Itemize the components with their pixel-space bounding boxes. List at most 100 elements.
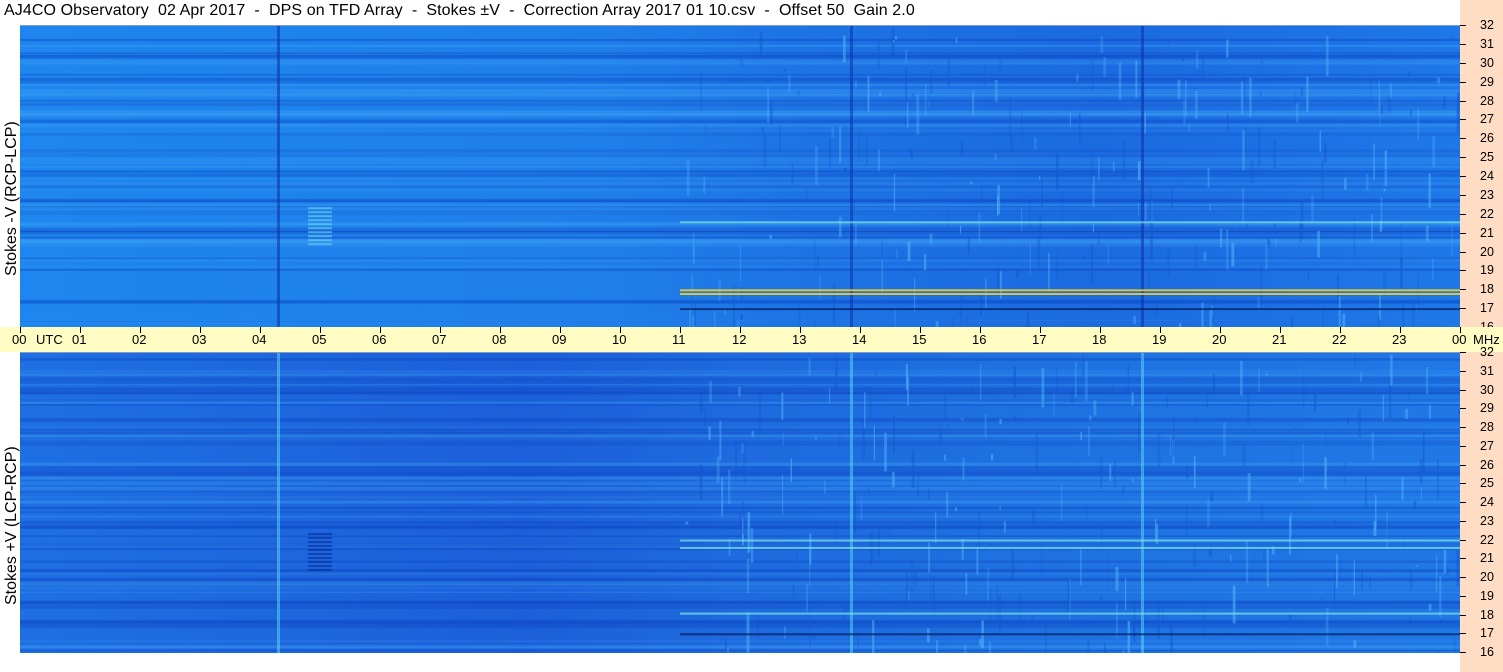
noise-streak <box>705 125 707 134</box>
time-tick-label: 15 <box>912 332 927 347</box>
noise-streak <box>970 181 973 185</box>
noise-streak <box>1333 519 1337 525</box>
vertical-event-line <box>1141 26 1144 328</box>
noise-streak <box>884 432 887 472</box>
noise-streak <box>1267 240 1270 245</box>
band-stripe <box>20 401 1460 405</box>
noise-streak <box>839 434 841 448</box>
noise-streak <box>1203 252 1207 261</box>
noise-streak <box>1454 636 1456 653</box>
noise-streak <box>939 425 942 447</box>
noise-streak <box>960 418 964 421</box>
noise-streak <box>1061 191 1064 220</box>
patch-stripe <box>308 533 332 535</box>
freq-tick <box>1460 138 1466 140</box>
noise-streak <box>1334 570 1336 610</box>
noise-streak <box>1300 203 1304 239</box>
freq-tick-label: 18 <box>1480 607 1494 622</box>
band-stripe <box>20 469 1460 473</box>
noise-streak <box>971 384 973 393</box>
noise-streak <box>742 501 745 535</box>
time-tick-label: 05 <box>312 332 327 347</box>
noise-streak <box>999 505 1001 511</box>
noise-streak <box>1119 125 1121 130</box>
freq-tick-label: 20 <box>1480 570 1494 584</box>
noise-streak <box>964 644 967 653</box>
noise-streak <box>1260 265 1263 306</box>
noise-streak <box>719 420 722 461</box>
noise-streak <box>1437 459 1439 500</box>
noise-streak <box>853 491 856 533</box>
noise-streak <box>1419 459 1423 484</box>
freq-tick <box>1460 100 1466 102</box>
time-tick-label: 01 <box>72 332 87 347</box>
noise-streak <box>1210 543 1212 557</box>
patch-stripe <box>308 565 332 567</box>
noise-streak <box>1079 113 1081 146</box>
noise-streak <box>1010 135 1013 154</box>
noise-streak <box>1235 225 1237 229</box>
noise-streak <box>1353 640 1357 648</box>
patch-stripe <box>308 561 332 563</box>
noise-streak <box>700 73 702 110</box>
time-tick-label: 18 <box>1092 332 1107 347</box>
freq-tick-label: 27 <box>1480 438 1494 453</box>
noise-streak <box>1055 365 1058 391</box>
band-stripe <box>20 560 1460 563</box>
freq-tick <box>1460 483 1466 485</box>
noise-streak <box>805 189 808 203</box>
noise-streak <box>1417 107 1420 141</box>
noise-streak <box>1146 461 1148 468</box>
time-tick-label: 10 <box>612 332 627 347</box>
vertical-event-line <box>850 26 853 328</box>
noise-streak <box>943 393 947 420</box>
freq-tick-label: 22 <box>1480 532 1494 547</box>
freq-tick-label: 24 <box>1480 495 1494 509</box>
band-stripe <box>20 649 1460 652</box>
noise-streak <box>1226 113 1229 132</box>
noise-streak <box>1409 617 1412 628</box>
freq-tick-label: 21 <box>1480 225 1494 240</box>
noise-streak <box>835 355 838 389</box>
noise-streak <box>1260 503 1264 521</box>
freq-tick-label: 23 <box>1480 187 1494 202</box>
noise-streak <box>1383 188 1386 192</box>
noise-streak <box>703 177 706 194</box>
noise-streak <box>980 295 982 316</box>
time-tick-label: 02 <box>132 332 147 347</box>
noise-streak <box>1015 269 1019 279</box>
noise-streak <box>869 386 872 421</box>
noise-streak <box>1115 603 1118 638</box>
noise-streak <box>1210 491 1214 502</box>
noise-streak <box>1295 103 1299 123</box>
noise-streak <box>1353 560 1355 596</box>
noise-streak <box>1373 143 1375 180</box>
noise-streak <box>1382 395 1384 421</box>
noise-streak <box>1422 431 1425 472</box>
freq-tick <box>1460 289 1466 291</box>
noise-streak <box>790 458 792 482</box>
noise-streak <box>1025 467 1027 473</box>
noise-streak <box>1070 387 1074 403</box>
noise-streak <box>781 392 784 420</box>
noise-streak <box>725 441 728 446</box>
noise-streak <box>1259 91 1262 96</box>
time-tick-label: 19 <box>1152 332 1167 347</box>
noise-streak <box>907 590 910 601</box>
band-stripe <box>20 44 1460 47</box>
noise-streak <box>1109 463 1112 481</box>
noise-streak <box>1443 96 1446 109</box>
noise-streak <box>740 52 743 68</box>
band-stripe <box>20 466 1460 470</box>
freq-tick <box>1460 427 1466 428</box>
noise-streak <box>1324 431 1327 447</box>
noise-streak <box>1242 444 1246 467</box>
noise-streak <box>935 511 937 544</box>
freq-tick-label: 20 <box>1480 244 1494 259</box>
noise-streak <box>978 213 981 244</box>
noise-streak <box>1292 441 1294 463</box>
freq-tick-label: 27 <box>1480 112 1494 127</box>
noise-streak <box>739 244 741 282</box>
noise-streak <box>843 600 846 623</box>
noise-streak <box>1104 642 1106 653</box>
